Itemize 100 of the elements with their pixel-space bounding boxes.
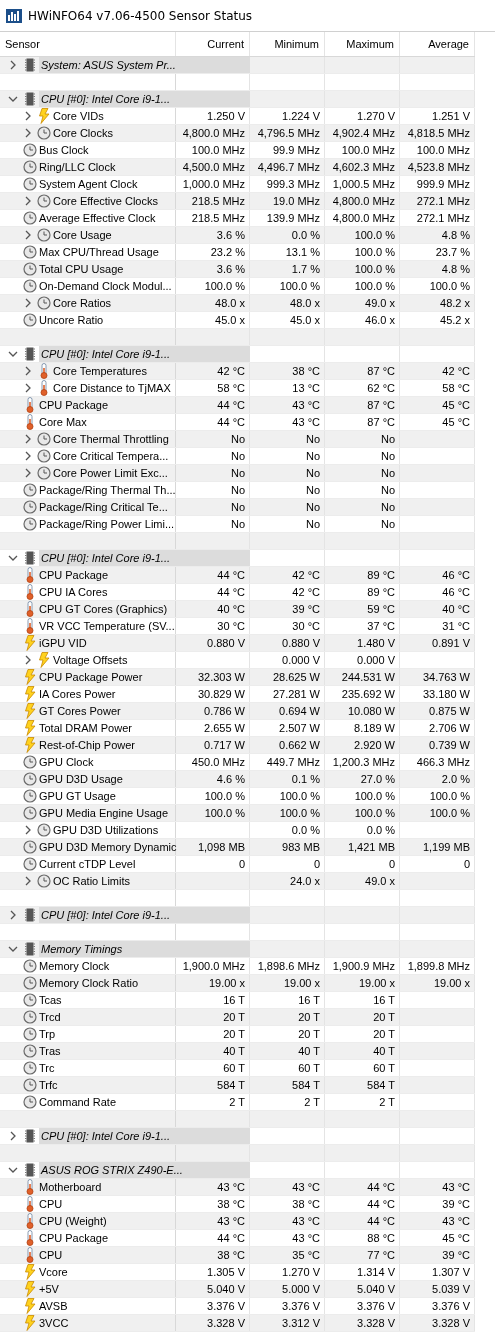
table-row[interactable]: AVSB 3.376 V 3.376 V 3.376 V 3.376 V [0,1298,475,1315]
sensor-name[interactable]: CPU (Weight) [39,1215,107,1227]
sensor-group-header[interactable]: CPU [#0]: Intel Core i9-1... [39,1128,250,1144]
sensor-name[interactable]: OC Ratio Limits [53,875,131,887]
sensor-name[interactable]: Core Temperatures [53,365,147,377]
sensor-name[interactable]: Voltage Offsets [53,654,128,666]
table-row[interactable]: Core Ratios 48.0 x 48.0 x 49.0 x 48.2 x [0,295,475,312]
table-row[interactable]: Tras 40 T 40 T 40 T [0,1043,475,1060]
table-row[interactable]: Memory Timings [0,941,475,958]
table-row[interactable]: CPU [#0]: Intel Core i9-1... [0,1128,475,1145]
table-row[interactable]: Core Temperatures 42 °C 38 °C 87 °C 42 °C [0,363,475,380]
sensor-name[interactable]: Total DRAM Power [39,722,132,734]
table-row[interactable]: Package/Ring Critical Te... No No No [0,499,475,516]
sensor-name[interactable]: Core Max [39,416,87,428]
sensor-name[interactable]: Ring/LLC Clock [39,161,116,173]
table-row[interactable]: On-Demand Clock Modul... 100.0 % 100.0 % 100.0 % 100.0 % [0,278,475,295]
table-row[interactable]: Voltage Offsets 0.000 V 0.000 V [0,652,475,669]
sensor-name[interactable]: GPU D3D Memory Dynamic [39,841,177,853]
sensor-name[interactable]: Memory Clock Ratio [39,977,139,989]
table-row[interactable]: System Agent Clock 1,000.0 MHz 999.3 MHz 1,000.5 MHz 999.9 MHz [0,176,475,193]
table-row[interactable]: GPU Media Engine Usage 100.0 % 100.0 % 100.0 % 100.0 % [0,805,475,822]
table-row[interactable]: GPU GT Usage 100.0 % 100.0 % 100.0 % 100.0 % [0,788,475,805]
sensor-name[interactable]: GPU Media Engine Usage [39,807,168,819]
sensor-name[interactable]: Trfc [39,1079,58,1091]
table-row[interactable]: 3VCC 3.328 V 3.312 V 3.328 V 3.328 V [0,1315,475,1332]
sensor-name[interactable]: AVSB [39,1300,68,1312]
sensor-name[interactable]: Total CPU Usage [39,263,124,275]
sensor-group-header[interactable]: Memory Timings [39,941,250,957]
sensor-name[interactable]: System Agent Clock [39,178,138,190]
table-row[interactable]: CPU Package 44 °C 43 °C 88 °C 45 °C [0,1230,475,1247]
sensor-name[interactable]: GT Cores Power [39,705,121,717]
table-row[interactable]: Core VIDs 1.250 V 1.224 V 1.270 V 1.251 V [0,108,475,125]
table-row[interactable]: Memory Clock 1,900.0 MHz 1,898.6 MHz 1,900.9 MHz 1,899.8 MHz [0,958,475,975]
table-row[interactable]: Core Usage 3.6 % 0.0 % 100.0 % 4.8 % [0,227,475,244]
sensor-name[interactable]: IA Cores Power [39,688,116,700]
column-header[interactable]: Current [176,32,250,56]
column-header[interactable]: Sensor [0,32,176,56]
sensor-name[interactable]: CPU Package [39,569,109,581]
sensor-name[interactable]: 3VCC [39,1317,69,1329]
sensor-name[interactable]: CPU [39,1198,63,1210]
table-row[interactable]: CPU [#0]: Intel Core i9-1... [0,550,475,567]
sensor-name[interactable]: GPU D3D Utilizations [53,824,159,836]
sensor-group-header[interactable]: ASUS ROG STRIX Z490-E... [39,1162,250,1178]
sensor-name[interactable]: Package/Ring Critical Te... [39,501,168,513]
table-row[interactable]: Uncore Ratio 45.0 x 45.0 x 46.0 x 45.2 x [0,312,475,329]
sensor-name[interactable]: Core Clocks [53,127,113,139]
sensor-name[interactable]: CPU [39,1249,63,1261]
table-row[interactable]: Core Critical Tempera... No No No [0,448,475,465]
table-row[interactable]: Memory Clock Ratio 19.00 x 19.00 x 19.00 x 19.00 x [0,975,475,992]
table-row[interactable]: Current cTDP Level 0 0 0 0 [0,856,475,873]
sensor-name[interactable]: +5V [39,1283,59,1295]
table-row[interactable]: GPU D3D Utilizations 0.0 % 0.0 % [0,822,475,839]
table-row[interactable]: Core Power Limit Exc... No No No [0,465,475,482]
sensor-name[interactable]: Core Thermal Throttling [53,433,169,445]
table-row[interactable]: Core Effective Clocks 218.5 MHz 19.0 MHz 4,800.0 MHz 272.1 MHz [0,193,475,210]
table-row[interactable]: Trfc 584 T 584 T 584 T [0,1077,475,1094]
sensor-name[interactable]: Current cTDP Level [39,858,136,870]
table-row[interactable]: Rest-of-Chip Power 0.717 W 0.662 W 2.920 W 0.739 W [0,737,475,754]
sensor-name[interactable]: Core Distance to TjMAX [53,382,171,394]
table-row[interactable]: Package/Ring Power Limi... No No No [0,516,475,533]
sensor-name[interactable]: CPU Package [39,1232,109,1244]
column-header[interactable]: Average [400,32,475,56]
sensor-name[interactable]: iGPU VID [39,637,87,649]
table-row[interactable]: Total CPU Usage 3.6 % 1.7 % 100.0 % 4.8 % [0,261,475,278]
sensor-name[interactable]: Tcas [39,994,62,1006]
sensor-name[interactable]: Memory Clock [39,960,110,972]
sensor-name[interactable]: Core VIDs [53,110,104,122]
table-row[interactable]: IA Cores Power 30.829 W 27.281 W 235.692 W 33.180 W [0,686,475,703]
sensor-name[interactable]: GPU D3D Usage [39,773,123,785]
table-row[interactable]: OC Ratio Limits 24.0 x 49.0 x [0,873,475,890]
table-row[interactable]: Core Distance to TjMAX 58 °C 13 °C 62 °C 58 °C [0,380,475,397]
table-row[interactable]: GPU Clock 450.0 MHz 449.7 MHz 1,200.3 MHz 466.3 MHz [0,754,475,771]
table-row[interactable]: GPU D3D Memory Dynamic 1,098 MB 983 MB 1,421 MB 1,199 MB [0,839,475,856]
sensor-name[interactable]: VR VCC Temperature (SV... [39,620,175,632]
table-row[interactable]: Core Thermal Throttling No No No [0,431,475,448]
sensor-name[interactable]: Bus Clock [39,144,89,156]
table-row[interactable]: Vcore 1.305 V 1.270 V 1.314 V 1.307 V [0,1264,475,1281]
table-row[interactable]: GPU D3D Usage 4.6 % 0.1 % 27.0 % 2.0 % [0,771,475,788]
table-row[interactable]: CPU (Weight) 43 °C 43 °C 44 °C 43 °C [0,1213,475,1230]
sensor-name[interactable]: Core Effective Clocks [53,195,158,207]
table-row[interactable]: Core Clocks 4,800.0 MHz 4,796.5 MHz 4,902.4 MHz 4,818.5 MHz [0,125,475,142]
sensor-name[interactable]: Tras [39,1045,61,1057]
table-row[interactable]: iGPU VID 0.880 V 0.880 V 1.480 V 0.891 V [0,635,475,652]
table-row[interactable]: +5V 5.040 V 5.000 V 5.040 V 5.039 V [0,1281,475,1298]
sensor-name[interactable]: Trc [39,1062,55,1074]
table-row[interactable]: Trp 20 T 20 T 20 T [0,1026,475,1043]
table-row[interactable]: CPU [#0]: Intel Core i9-1... [0,907,475,924]
table-row[interactable]: CPU 38 °C 38 °C 44 °C 39 °C [0,1196,475,1213]
sensor-name[interactable]: Command Rate [39,1096,117,1108]
table-row[interactable]: Trcd 20 T 20 T 20 T [0,1009,475,1026]
sensor-group-header[interactable]: CPU [#0]: Intel Core i9-1... [39,550,250,566]
sensor-name[interactable]: GPU GT Usage [39,790,116,802]
table-row[interactable]: Trc 60 T 60 T 60 T [0,1060,475,1077]
table-row[interactable]: GT Cores Power 0.786 W 0.694 W 10.080 W 0.875 W [0,703,475,720]
table-row[interactable]: Motherboard 43 °C 43 °C 44 °C 43 °C [0,1179,475,1196]
table-row[interactable]: CPU [#0]: Intel Core i9-1... [0,346,475,363]
sensor-group-header[interactable]: CPU [#0]: Intel Core i9-1... [39,907,250,923]
table-row[interactable]: Bus Clock 100.0 MHz 99.9 MHz 100.0 MHz 100.0 MHz [0,142,475,159]
sensor-group-header[interactable]: CPU [#0]: Intel Core i9-1... [39,91,250,107]
sensor-name[interactable]: Rest-of-Chip Power [39,739,135,751]
